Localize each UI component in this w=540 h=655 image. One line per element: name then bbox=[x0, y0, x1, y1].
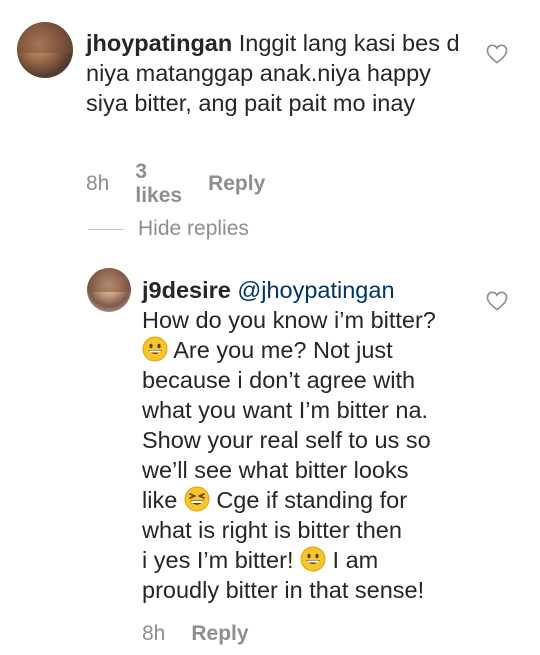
reply-line: Are you me? Not just bbox=[173, 337, 393, 363]
reply-line: Cge if standing for bbox=[216, 487, 408, 513]
grinning-face-emoji bbox=[142, 336, 168, 362]
hide-replies-toggle[interactable]: Hide replies bbox=[88, 217, 249, 241]
squinting-laughing-face-emoji bbox=[184, 486, 210, 512]
comment-text: jhoypatingan Inggit lang kasi bes d niya… bbox=[86, 28, 476, 118]
timestamp: 8h bbox=[86, 172, 110, 195]
reply-button[interactable]: Reply bbox=[191, 622, 248, 646]
reply-text: j9desire @jhoypatingan How do you know i… bbox=[142, 275, 487, 605]
reply-line: what is right is bitter then bbox=[142, 517, 402, 543]
avatar[interactable] bbox=[87, 268, 131, 312]
comment-username[interactable]: jhoypatingan bbox=[86, 30, 232, 56]
reply-line: what you want I’m bitter na. bbox=[142, 397, 429, 423]
grinning-face-emoji bbox=[300, 546, 326, 572]
reply-line: i yes I’m bitter! bbox=[142, 547, 294, 573]
reply-line: we’ll see what bitter looks bbox=[142, 457, 409, 483]
reply-username[interactable]: j9desire bbox=[142, 277, 231, 303]
reply-line: How do you know i’m bitter? bbox=[142, 307, 436, 333]
heart-outline-icon[interactable] bbox=[486, 291, 508, 311]
reply-line: I am bbox=[332, 547, 379, 573]
reply-line: like bbox=[142, 487, 178, 513]
reply-button[interactable]: Reply bbox=[208, 172, 265, 196]
reply-line: proudly bitter in that sense! bbox=[142, 577, 425, 603]
reply-meta: 8h Reply bbox=[142, 622, 249, 646]
avatar[interactable] bbox=[17, 22, 73, 78]
timestamp: 8h bbox=[142, 622, 166, 645]
mention-link[interactable]: @jhoypatingan bbox=[237, 277, 394, 303]
comment-meta: 8h 3 likes Reply bbox=[86, 160, 265, 208]
reply-line: because i don’t agree with bbox=[142, 367, 416, 393]
hide-replies-label[interactable]: Hide replies bbox=[138, 217, 249, 241]
heart-outline-icon[interactable] bbox=[486, 44, 508, 64]
likes-count[interactable]: 3 likes bbox=[135, 160, 182, 208]
reply-line: Show your real self to us so bbox=[142, 427, 431, 453]
divider bbox=[88, 228, 124, 230]
